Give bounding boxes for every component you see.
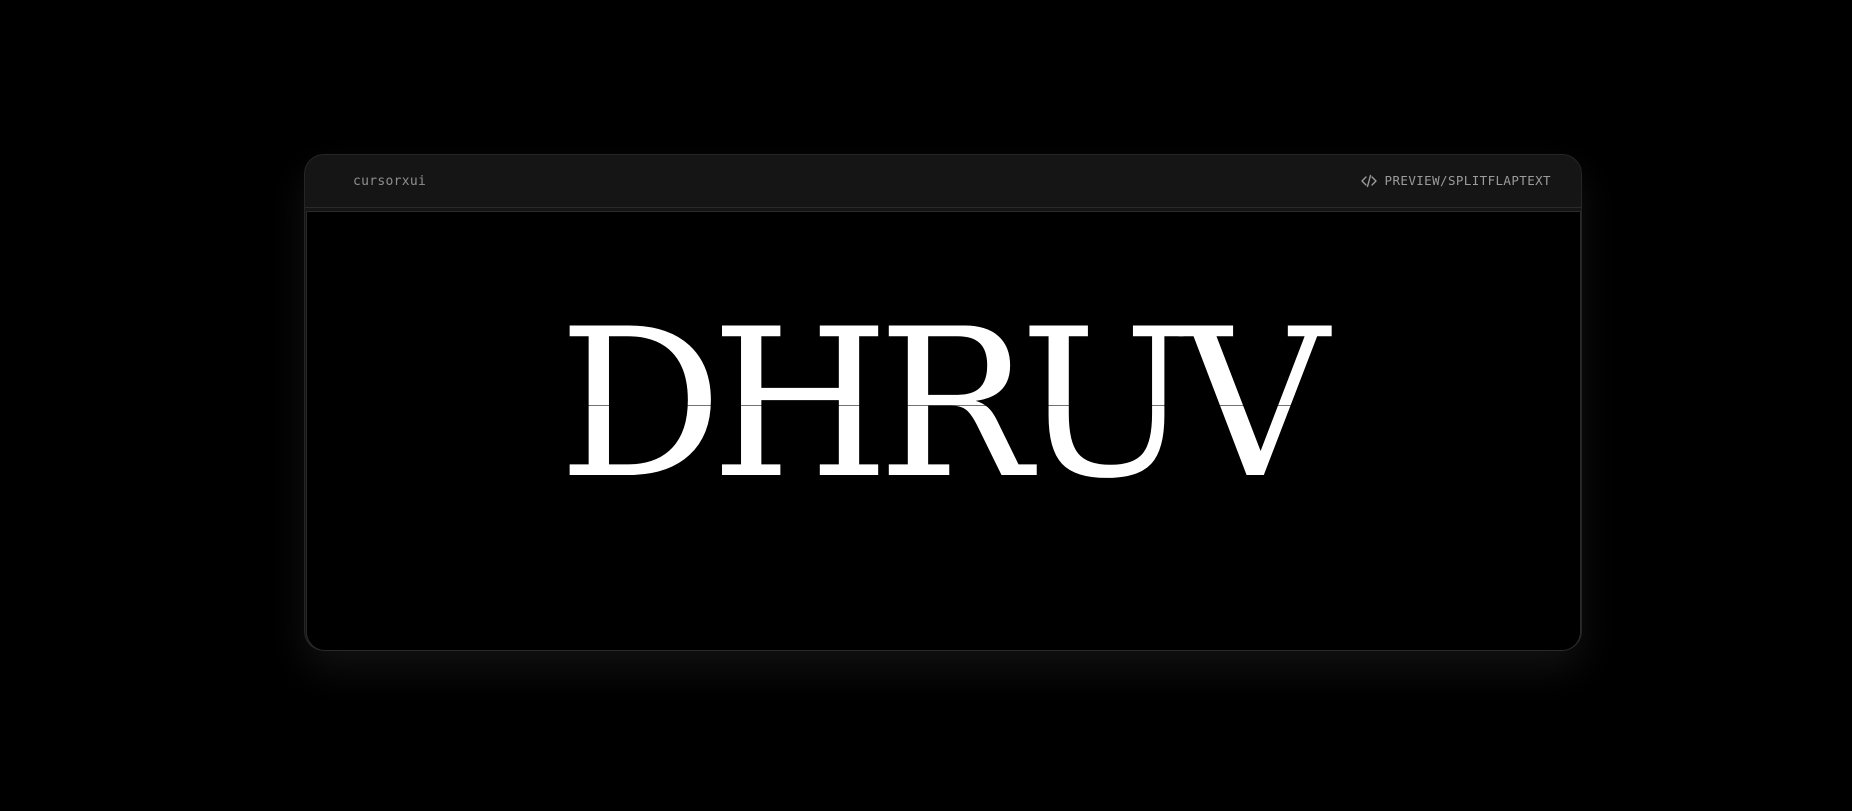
preview-window: cursorxui PREVIEW/SPLITFLAPTEXT D H R U … [304, 154, 1582, 651]
flap-split-line [558, 405, 723, 406]
flap-letter: D [558, 303, 723, 508]
route-link[interactable]: PREVIEW/SPLITFLAPTEXT [1360, 173, 1551, 188]
flap-split-line [710, 405, 890, 406]
flap-letter: H [710, 303, 890, 508]
brand-label: cursorxui [353, 174, 427, 189]
flap-letter: V [1180, 303, 1329, 508]
code-icon [1360, 174, 1377, 188]
flap-split-line [1019, 405, 1193, 406]
flap-split-line [1180, 405, 1329, 406]
flap-letter: R [877, 303, 1032, 508]
flap-letter: U [1019, 303, 1193, 508]
route-label: PREVIEW/SPLITFLAPTEXT [1384, 173, 1551, 188]
preview-stage: D H R U V [306, 211, 1581, 651]
flap-split-line [877, 405, 1032, 406]
split-flap-text: D H R U V [307, 303, 1580, 508]
window-titlebar: cursorxui PREVIEW/SPLITFLAPTEXT [305, 155, 1581, 208]
